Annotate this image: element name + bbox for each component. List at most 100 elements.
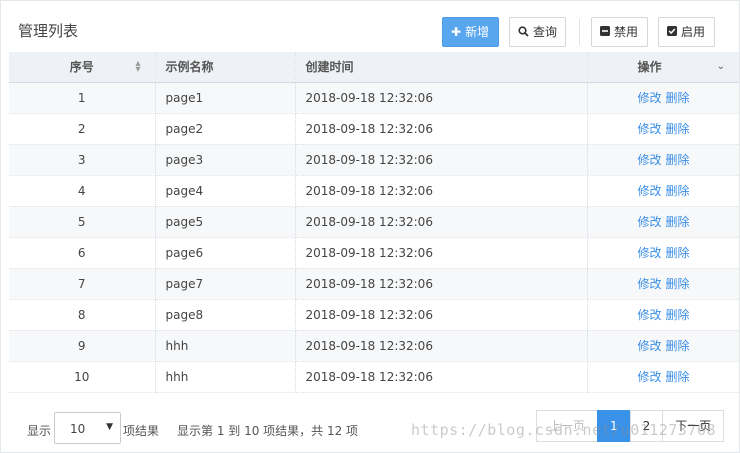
table-row: 1 page1 2018-09-18 12:32:06 修改 删除	[9, 82, 739, 114]
cell-name: page7	[155, 268, 296, 300]
results-label: 项结果	[123, 424, 160, 438]
column-header-index[interactable]: 序号 ▴ ▾	[9, 52, 156, 83]
cell-index: 10	[9, 361, 156, 393]
query-button-label: 查询	[533, 25, 558, 39]
table-row: 6 page6 2018-09-18 12:32:06 修改 删除	[9, 237, 739, 269]
table-row: 4 page4 2018-09-18 12:32:06 修改 删除	[9, 175, 739, 207]
cell-name: hhh	[155, 330, 296, 362]
cell-index: 7	[9, 268, 156, 300]
table-row: 2 page2 2018-09-18 12:32:06 修改 删除	[9, 113, 739, 145]
cell-index: 1	[9, 82, 156, 114]
cell-created: 2018-09-18 12:32:06	[295, 206, 588, 238]
column-header-ops-label: 操作	[637, 60, 662, 75]
query-button[interactable]: 查询	[509, 17, 566, 47]
edit-link[interactable]: 修改	[638, 91, 662, 105]
enable-button-label: 启用	[681, 25, 706, 39]
delete-link[interactable]: 删除	[666, 122, 690, 136]
cell-ops: 修改 删除	[587, 330, 739, 362]
edit-link[interactable]: 修改	[638, 122, 662, 136]
table-footer: 显示 10 ▼ 项结果 显示第 1 到 10 项结果，共 12 项 上一页 1 …	[9, 405, 739, 451]
add-button[interactable]: ✚ 新增	[442, 17, 499, 47]
edit-link[interactable]: 修改	[638, 370, 662, 384]
page-button-2[interactable]: 2	[629, 410, 664, 442]
delete-link[interactable]: 删除	[666, 308, 690, 322]
cell-index: 2	[9, 113, 156, 145]
delete-link[interactable]: 删除	[666, 277, 690, 291]
cell-ops: 修改 删除	[587, 361, 739, 393]
edit-link[interactable]: 修改	[638, 215, 662, 229]
cell-name: hhh	[155, 361, 296, 393]
cell-name: page8	[155, 299, 296, 331]
edit-link[interactable]: 修改	[638, 246, 662, 260]
cell-index: 9	[9, 330, 156, 362]
cell-created: 2018-09-18 12:32:06	[295, 330, 588, 362]
cell-name: page4	[155, 175, 296, 207]
edit-link[interactable]: 修改	[638, 339, 662, 353]
delete-link[interactable]: 删除	[666, 91, 690, 105]
column-header-index-label: 序号	[69, 60, 94, 75]
column-header-name: 示例名称	[155, 52, 296, 83]
table-row: 5 page5 2018-09-18 12:32:06 修改 删除	[9, 206, 739, 238]
edit-link[interactable]: 修改	[638, 308, 662, 322]
column-header-created-label: 创建时间	[305, 60, 354, 75]
delete-link[interactable]: 删除	[666, 215, 690, 229]
cell-index: 6	[9, 237, 156, 269]
cell-ops: 修改 删除	[587, 299, 739, 331]
caret-down-icon: ▼	[106, 422, 113, 432]
next-page-button[interactable]: 下一页	[662, 410, 725, 442]
enable-button[interactable]: 启用	[658, 17, 715, 47]
toolbar-divider	[579, 19, 580, 45]
prev-page-button[interactable]: 上一页	[536, 410, 599, 442]
delete-link[interactable]: 删除	[666, 370, 690, 384]
cell-created: 2018-09-18 12:32:06	[295, 361, 588, 393]
cell-ops: 修改 删除	[587, 237, 739, 269]
table-row: 10 hhh 2018-09-18 12:32:06 修改 删除	[9, 361, 739, 393]
pagination: 上一页 1 2 下一页	[536, 410, 725, 442]
delete-link[interactable]: 删除	[666, 153, 690, 167]
cell-index: 8	[9, 299, 156, 331]
cell-created: 2018-09-18 12:32:06	[295, 144, 588, 176]
disable-button[interactable]: 禁用	[591, 17, 648, 47]
add-button-label: 新增	[465, 25, 490, 39]
cell-created: 2018-09-18 12:32:06	[295, 175, 588, 207]
column-header-name-label: 示例名称	[165, 60, 214, 75]
cell-created: 2018-09-18 12:32:06	[295, 113, 588, 145]
cell-index: 3	[9, 144, 156, 176]
delete-link[interactable]: 删除	[666, 184, 690, 198]
table-row: 3 page3 2018-09-18 12:32:06 修改 删除	[9, 144, 739, 176]
cell-index: 5	[9, 206, 156, 238]
sort-icon[interactable]: ▴ ▾	[135, 59, 140, 75]
cell-ops: 修改 删除	[587, 113, 739, 145]
cell-created: 2018-09-18 12:32:06	[295, 268, 588, 300]
table-header-row: 序号 ▴ ▾ 示例名称 创建时间 操作 ⌄	[9, 52, 739, 83]
edit-link[interactable]: 修改	[638, 184, 662, 198]
cell-created: 2018-09-18 12:32:06	[295, 237, 588, 269]
column-header-created: 创建时间	[295, 52, 588, 83]
page-button-1[interactable]: 1	[597, 410, 631, 442]
cell-ops: 修改 删除	[587, 82, 739, 114]
delete-link[interactable]: 删除	[666, 339, 690, 353]
cell-ops: 修改 删除	[587, 144, 739, 176]
cell-created: 2018-09-18 12:32:06	[295, 82, 588, 114]
delete-link[interactable]: 删除	[666, 246, 690, 260]
column-header-ops[interactable]: 操作 ⌄	[587, 52, 739, 83]
management-panel: 管理列表 ✚ 新增 查询 禁用 启用 序号 ▴ ▾ 示例名称 创建时间 操作 ⌄…	[0, 0, 740, 453]
cell-name: page1	[155, 82, 296, 114]
cell-index: 4	[9, 175, 156, 207]
table-row: 9 hhh 2018-09-18 12:32:06 修改 删除	[9, 330, 739, 362]
chevron-down-icon[interactable]: ⌄	[717, 61, 725, 72]
cell-ops: 修改 删除	[587, 206, 739, 238]
cell-name: page6	[155, 237, 296, 269]
cell-created: 2018-09-18 12:32:06	[295, 299, 588, 331]
search-icon	[518, 25, 529, 39]
cell-ops: 修改 删除	[587, 175, 739, 207]
cell-name: page5	[155, 206, 296, 238]
page-size-value: 10	[70, 422, 86, 436]
edit-link[interactable]: 修改	[638, 153, 662, 167]
table-row: 7 page7 2018-09-18 12:32:06 修改 删除	[9, 268, 739, 300]
edit-link[interactable]: 修改	[638, 277, 662, 291]
show-label: 显示	[27, 424, 52, 438]
page-size-select[interactable]: 10 ▼	[54, 412, 121, 444]
cell-ops: 修改 删除	[587, 268, 739, 300]
page-title: 管理列表	[18, 22, 79, 40]
